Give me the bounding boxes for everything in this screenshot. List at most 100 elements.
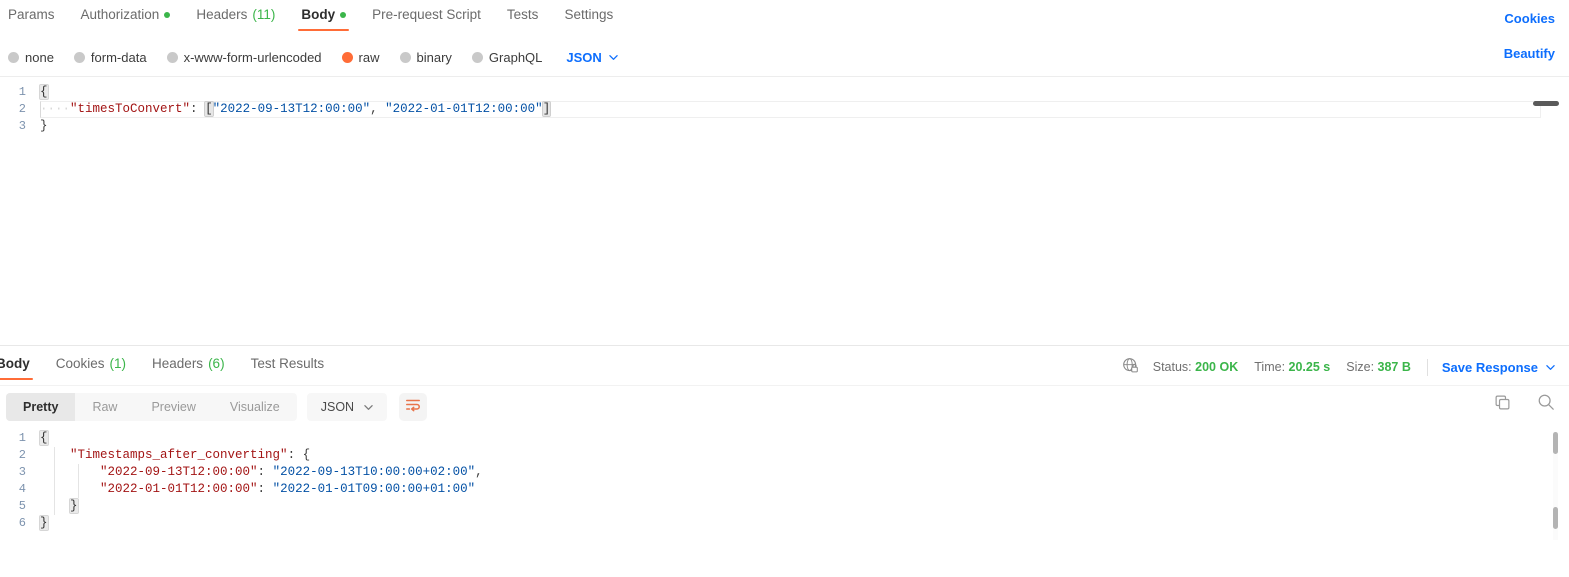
code-token: ···· — [40, 102, 71, 116]
tab-label: Body — [0, 356, 30, 371]
view-mode-raw[interactable]: Raw — [75, 393, 134, 421]
code-line: 4 "2022-01-01T12:00:00": "2022-01-01T09:… — [0, 481, 1569, 498]
code-content: } — [40, 498, 79, 515]
status-item: Status: 200 OK — [1153, 360, 1239, 374]
request-body-editor[interactable]: 1{2 ····"timesToConvert": ["2022-09-13T12… — [0, 84, 1569, 334]
radio-mark-icon — [8, 51, 19, 63]
status-label: Status: — [1152, 360, 1192, 374]
view-mode-preview[interactable]: Preview — [134, 393, 212, 421]
code-token: : { — [287, 448, 311, 462]
code-token: } — [40, 119, 48, 133]
body-type-radio-x-www-form-urlencoded[interactable]: x-www-form-urlencoded — [166, 49, 322, 65]
modified-dot-icon — [340, 11, 347, 18]
code-token: "Timestamps_after_converting" — [70, 448, 288, 462]
tab-label: Tests — [506, 7, 539, 22]
code-token: { — [39, 430, 49, 446]
postman-request-response-panel: Params Authorization Headers (11) Body Pre-re… — [0, 0, 1569, 577]
code-content: } — [39, 515, 49, 532]
code-content: { — [39, 430, 49, 447]
scrollbar-thumb[interactable] — [1553, 432, 1558, 454]
line-number: 6 — [18, 516, 26, 530]
request-tab-tests[interactable]: Tests — [507, 7, 539, 31]
request-editor-horizontal-scrollbar[interactable] — [1533, 101, 1559, 106]
response-tab-cookies[interactable]: Cookies (1) — [56, 356, 126, 380]
request-tab-authorization[interactable]: Authorization — [81, 7, 171, 31]
body-type-radio-binary[interactable]: binary — [399, 50, 452, 65]
save-response-label: Save Response — [1441, 359, 1538, 375]
body-type-radio-GraphQL[interactable]: GraphQL — [471, 50, 542, 65]
search-icon[interactable] — [1537, 393, 1555, 416]
radio-mark-icon — [341, 51, 353, 63]
size-value: 387 B — [1377, 360, 1411, 374]
response-tab-test-results[interactable]: Test Results — [251, 356, 325, 380]
body-type-radio-none[interactable]: none — [8, 50, 54, 65]
tab-label: Test Results — [250, 356, 325, 371]
globe-lock-icon — [1122, 357, 1139, 377]
active-tab-underline — [298, 28, 350, 31]
code-line: 2 ····"timesToConvert": ["2022-09-13T12:0… — [0, 101, 1569, 118]
meta-separator — [1426, 358, 1428, 376]
line-number: 2 — [18, 102, 26, 116]
pane-divider[interactable] — [0, 345, 1569, 346]
status-value: 200 OK — [1195, 360, 1239, 374]
word-wrap-toggle-button[interactable] — [399, 393, 428, 421]
view-mode-pretty[interactable]: Pretty — [6, 393, 76, 421]
tab-label: Body — [301, 7, 336, 22]
code-line: 3 "2022-09-13T12:00:00": "2022-09-13T10:… — [0, 464, 1569, 481]
code-token: "2022-01-01T09:00:00+01:00" — [272, 482, 476, 496]
cookies-link[interactable]: Cookies — [1504, 11, 1555, 26]
tab-label: Cookies — [55, 356, 105, 371]
size-item: Size: 387 B — [1346, 360, 1411, 374]
code-token: "2022-01-01T12:00:00" — [100, 482, 258, 496]
view-mode-visualize[interactable]: Visualize — [213, 393, 297, 421]
response-view-toolbar: Pretty Raw Preview Visualize JSON — [0, 391, 1569, 423]
copy-icon[interactable] — [1494, 394, 1511, 416]
code-token: "2022-09-13T12:00:00" — [212, 102, 371, 116]
request-body-format-select[interactable]: JSON — [566, 50, 618, 65]
response-tab-body[interactable]: Body — [0, 356, 33, 380]
code-token: : — [257, 482, 273, 496]
code-token: : — [190, 102, 198, 116]
code-line: 1{ — [0, 84, 1569, 101]
code-token: [ — [204, 101, 214, 117]
line-number: 3 — [18, 119, 26, 133]
code-content: "2022-01-01T12:00:00": "2022-01-01T09:00… — [40, 481, 475, 498]
response-body-editor[interactable]: 1{2 "Timestamps_after_converting": {3 "2… — [0, 430, 1569, 550]
request-tab-params[interactable]: Params — [8, 7, 55, 31]
response-tab-headers[interactable]: Headers (6) — [152, 356, 225, 380]
save-response-button[interactable]: Save Response — [1442, 360, 1555, 375]
code-token: "2022-01-01T12:00:00" — [385, 102, 543, 116]
radio-mark-icon — [471, 51, 483, 63]
radio-label: x-www-form-urlencoded — [183, 49, 322, 65]
request-tab-headers[interactable]: Headers (11) — [196, 7, 275, 31]
request-tab-settings[interactable]: Settings — [564, 7, 613, 31]
code-line: 5 } — [0, 498, 1569, 515]
code-content: } — [40, 118, 48, 135]
code-token: "2022-09-13T10:00:00+02:00" — [272, 465, 476, 479]
code-content: { — [39, 84, 49, 101]
divider-under-body-type — [0, 76, 1569, 77]
tab-count-badge: (6) — [208, 356, 225, 371]
response-format-select[interactable]: JSON — [306, 393, 388, 421]
line-number: 3 — [18, 465, 26, 479]
word-wrap-icon — [405, 397, 421, 418]
body-type-radio-form-data[interactable]: form-data — [73, 50, 147, 65]
body-type-radio-raw[interactable]: raw — [341, 50, 380, 65]
scrollbar-thumb[interactable] — [1553, 507, 1558, 529]
request-tab-pre-request-script[interactable]: Pre-request Script — [372, 7, 481, 31]
code-content: "2022-09-13T12:00:00": "2022-09-13T10:00… — [40, 464, 483, 481]
radio-label: none — [25, 49, 54, 65]
request-tab-body[interactable]: Body — [298, 7, 350, 31]
line-number: 1 — [18, 431, 26, 445]
code-token: "timesToConvert" — [70, 102, 191, 116]
code-token: "2022-09-13T12:00:00" — [100, 465, 258, 479]
divider-under-response-tabs — [0, 385, 1569, 386]
tab-label: Headers — [196, 7, 248, 22]
code-token: ] — [541, 101, 552, 117]
code-token: : — [257, 465, 273, 479]
response-vertical-scrollbar[interactable] — [1553, 432, 1558, 540]
response-status-bar: Status: 200 OK Time: 20.25 s Size: 387 B… — [1122, 357, 1555, 377]
code-line: 1{ — [0, 430, 1569, 447]
radio-mark-icon — [166, 51, 178, 63]
chevron-down-icon — [609, 53, 618, 62]
